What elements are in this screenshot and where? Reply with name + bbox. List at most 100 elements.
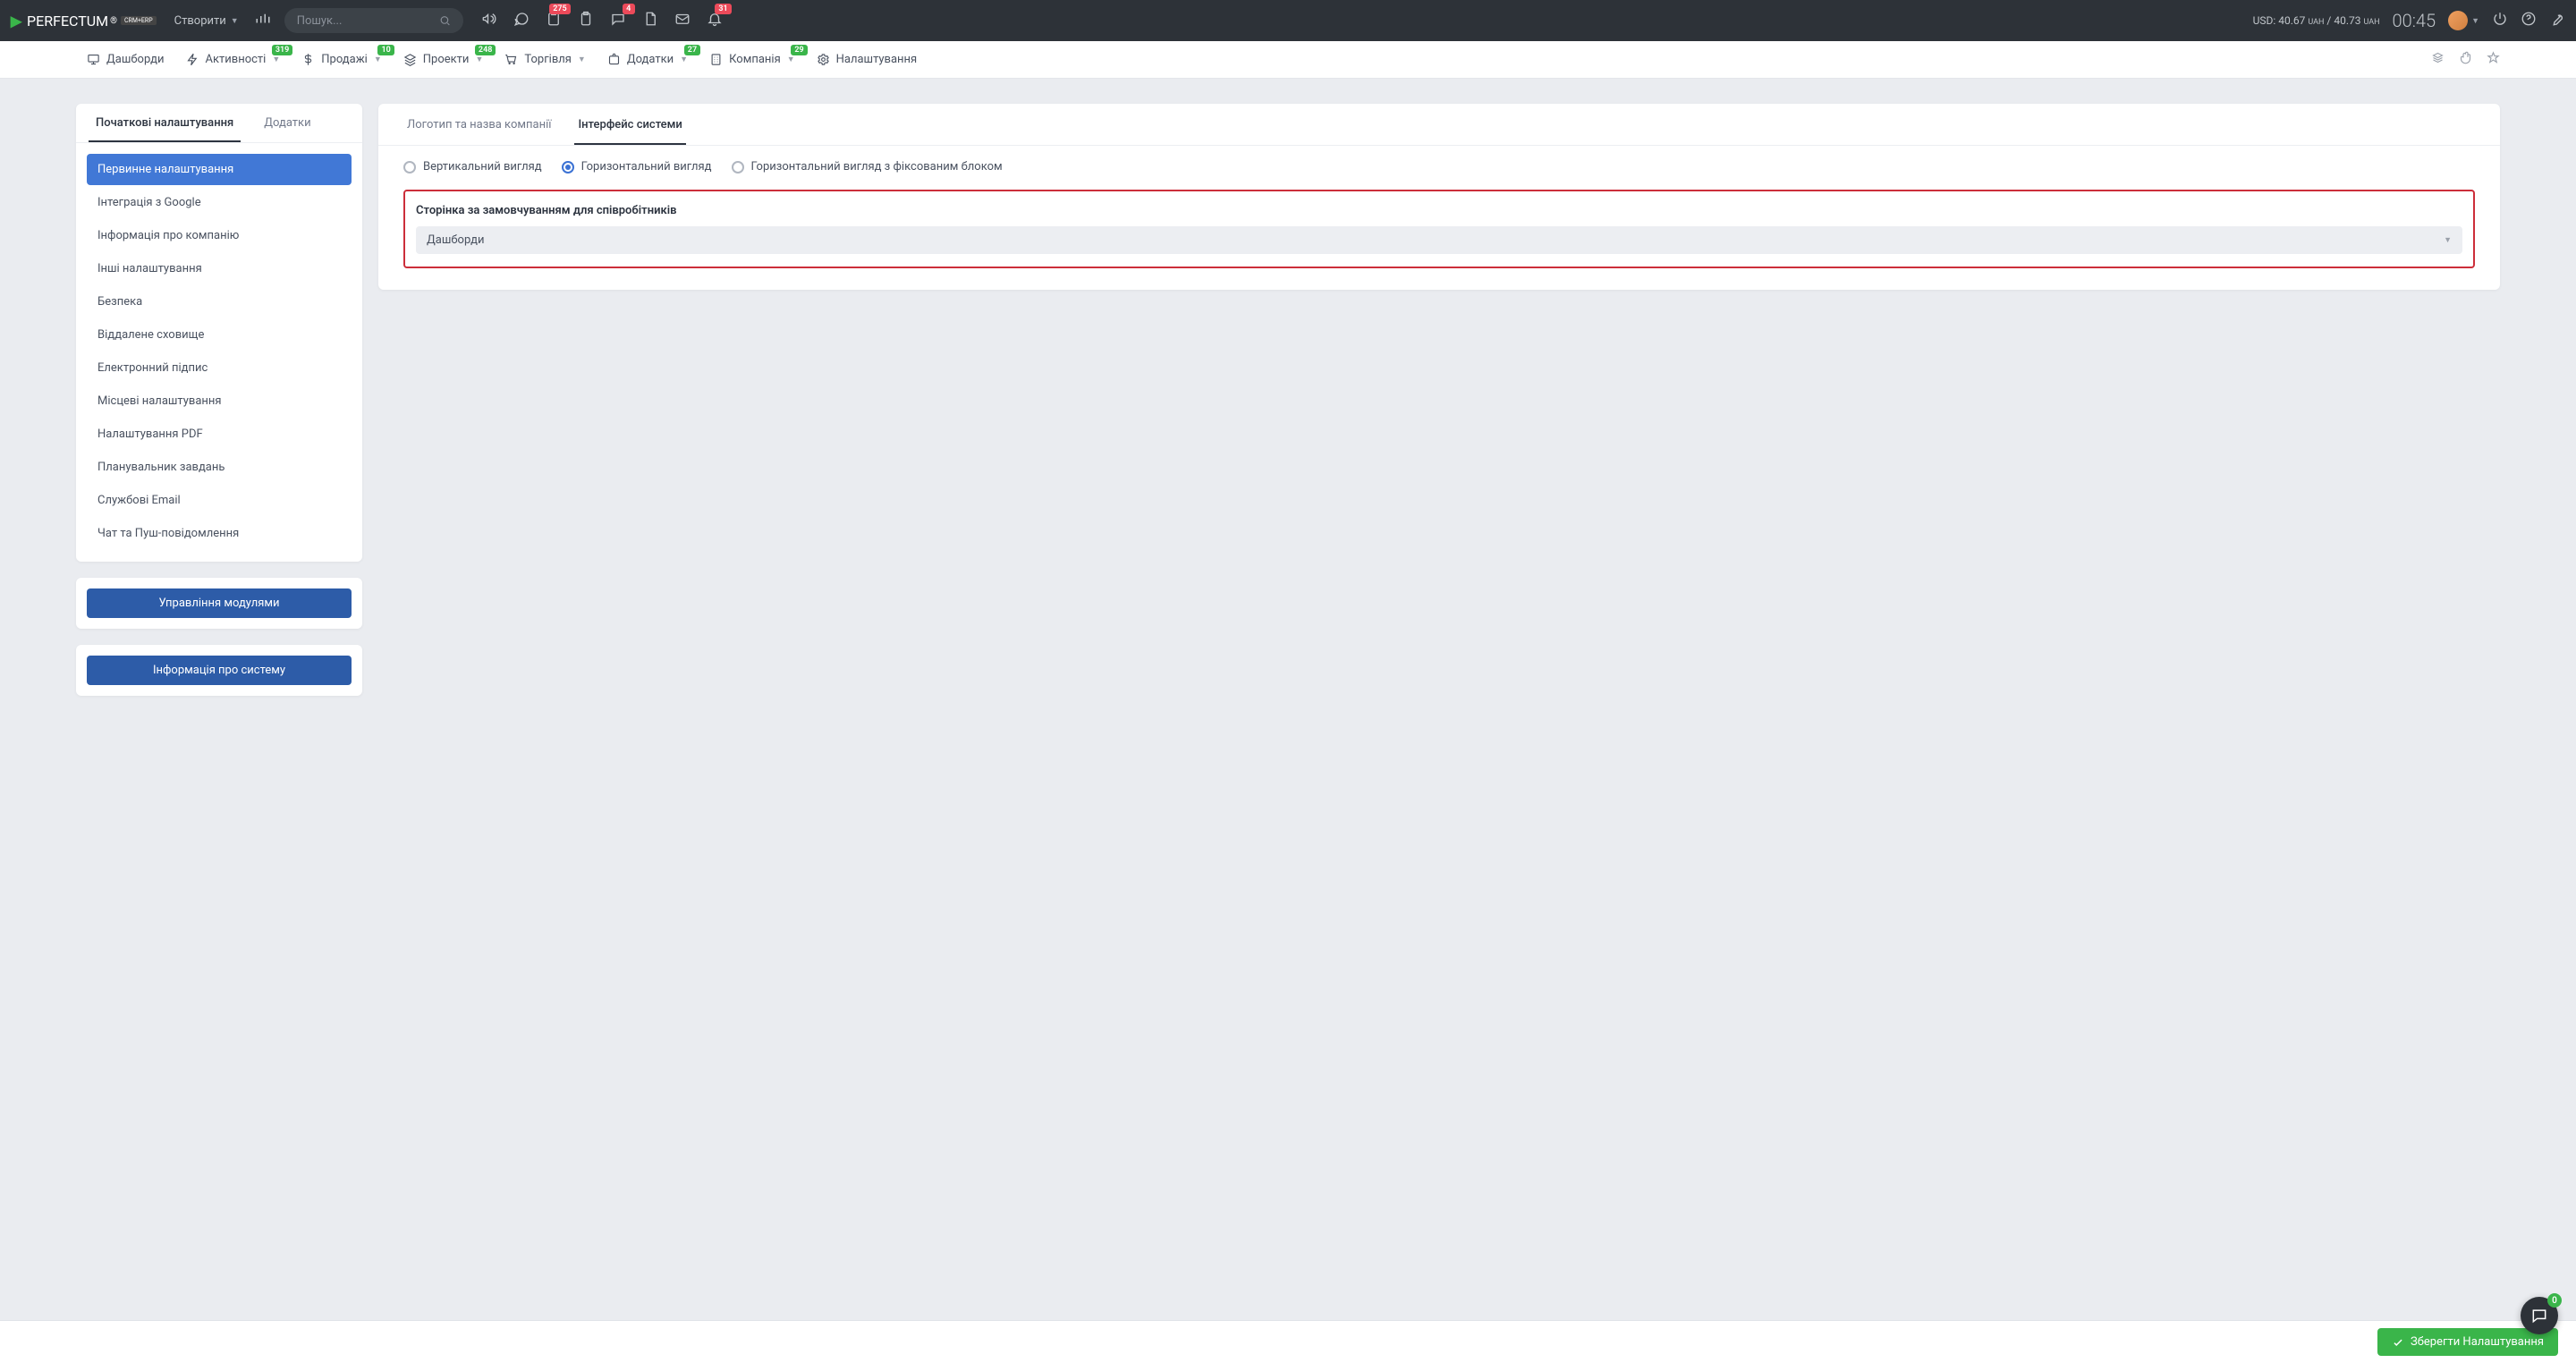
sidebar-item-email[interactable]: Службові Email (87, 485, 352, 516)
bell-icon[interactable]: 31 (707, 11, 723, 30)
sidebar-item-security[interactable]: Безпека (87, 286, 352, 317)
modules-card: Управління модулями (76, 578, 362, 629)
nav-projects[interactable]: Проекти 248 ▼ (393, 41, 495, 79)
sidebar-item-pdf[interactable]: Налаштування PDF (87, 419, 352, 450)
clipboard-icon[interactable] (578, 11, 594, 30)
select-value: Дашборди (427, 233, 485, 247)
messages-badge: 4 (623, 4, 635, 14)
hand-icon[interactable] (2459, 51, 2472, 68)
sidebar-item-other[interactable]: Інші налаштування (87, 253, 352, 284)
nav-bar: Дашборди Активності 319 ▼ Продажі 10 ▼ П… (0, 41, 2576, 79)
gear-icon (817, 53, 830, 66)
layout-radio-group: Вертикальний вигляд Горизонтальний вигля… (403, 160, 2475, 174)
nav-activities[interactable]: Активності 319 ▼ (175, 41, 292, 79)
messages-icon[interactable]: 4 (610, 11, 626, 30)
avatar-icon (2448, 11, 2468, 30)
modules-button[interactable]: Управління модулями (87, 588, 352, 618)
nav-sales[interactable]: Продажі 10 ▼ (291, 41, 393, 79)
chevron-down-icon: ▼ (680, 55, 688, 64)
chevron-down-icon: ▼ (578, 55, 586, 64)
search-input[interactable] (297, 14, 439, 28)
nav-label: Дашборди (106, 53, 165, 66)
registered-icon: ® (110, 16, 117, 26)
create-dropdown[interactable]: Створити ▼ (174, 14, 239, 28)
sidebar-item-storage[interactable]: Віддалене сховище (87, 319, 352, 351)
nav-label: Продажі (321, 53, 368, 66)
nav-trade[interactable]: Торгівля ▼ (494, 41, 596, 79)
logo[interactable]: ▸ PERFECTUM ® CRM+ERP (11, 8, 157, 33)
chat-bubble-icon (2530, 1307, 2548, 1325)
help-icon[interactable] (2521, 11, 2537, 30)
search-icon (439, 14, 451, 27)
highlighted-section: Сторінка за замовчуванням для співробітн… (403, 190, 2475, 268)
radio-label: Горизонтальний вигляд (581, 160, 712, 174)
power-icon[interactable] (2492, 11, 2508, 30)
header-icons-left: 275 4 31 (481, 11, 723, 30)
layers-icon (403, 53, 417, 66)
sysinfo-card: Інформація про систему (76, 645, 362, 696)
search-box[interactable] (284, 8, 463, 33)
radio-vertical[interactable]: Вертикальний вигляд (403, 160, 542, 174)
radio-icon (562, 161, 574, 174)
default-page-label: Сторінка за замовчуванням для співробітн… (416, 204, 2462, 217)
megaphone-icon[interactable] (481, 11, 497, 30)
sidebar-column: Початкові налаштування Додатки Первинне … (76, 104, 362, 696)
tasks-icon[interactable]: 275 (546, 11, 562, 30)
layers-icon[interactable] (2431, 51, 2445, 68)
logo-text: PERFECTUM (27, 13, 108, 30)
default-page-select[interactable]: Дашборди ▼ (416, 226, 2462, 254)
bolt-icon (186, 53, 199, 66)
wrench-icon[interactable] (2549, 11, 2565, 30)
monitor-icon (87, 53, 100, 66)
sidebar-menu: Первинне налаштування Інтеграція з Googl… (76, 143, 362, 562)
fab-badge: 0 (2547, 1293, 2562, 1308)
sidebar-item-local[interactable]: Місцеві налаштування (87, 385, 352, 417)
nav-addons[interactable]: Додатки 27 ▼ (597, 41, 699, 79)
radio-icon (403, 161, 416, 174)
content-panel: Логотип та назва компанії Інтерфейс сист… (378, 104, 2500, 290)
sidebar-item-companyinfo[interactable]: Інформація про компанію (87, 220, 352, 251)
dollar-icon (301, 53, 315, 66)
sidebar-item-primary[interactable]: Первинне налаштування (87, 154, 352, 185)
sidebar-tabs: Початкові налаштування Додатки (76, 104, 362, 143)
save-label: Зберегти Налаштування (2411, 1335, 2544, 1349)
mail-icon[interactable] (674, 11, 691, 30)
nav-company[interactable]: Компанія 29 ▼ (699, 41, 806, 79)
sidebar-item-signature[interactable]: Електронний підпис (87, 352, 352, 384)
currency-rate: USD: 40.67 UAH / 40.73 UAH (2253, 14, 2380, 27)
star-icon[interactable] (2487, 51, 2500, 68)
content-body: Вертикальний вигляд Горизонтальний вигля… (378, 146, 2500, 290)
logo-mark-icon: ▸ (11, 8, 21, 33)
sidebar-item-google[interactable]: Інтеграція з Google (87, 187, 352, 218)
nav-badge: 248 (475, 45, 496, 55)
nav-label: Торгівля (524, 53, 572, 66)
document-icon[interactable] (642, 11, 658, 30)
radio-horizontal[interactable]: Горизонтальний вигляд (562, 160, 712, 174)
nav-right-icons (2431, 51, 2500, 68)
building-icon (709, 53, 723, 66)
sidebar-tab-addons[interactable]: Додатки (257, 104, 318, 142)
radio-label: Горизонтальний вигляд з фіксованим блоко… (751, 160, 1003, 174)
save-bar: Зберегти Налаштування (0, 1320, 2576, 1363)
nav-label: Проекти (423, 53, 470, 66)
content-tabs: Логотип та назва компанії Інтерфейс сист… (378, 104, 2500, 146)
sysinfo-button[interactable]: Інформація про систему (87, 656, 352, 685)
sidebar-item-scheduler[interactable]: Планувальник завдань (87, 452, 352, 483)
nav-dashboards[interactable]: Дашборди (76, 41, 175, 79)
chat-icon[interactable] (513, 11, 530, 30)
radio-horizontal-fixed[interactable]: Горизонтальний вигляд з фіксованим блоко… (732, 160, 1003, 174)
create-label: Створити (174, 14, 226, 28)
chat-fab[interactable]: 0 (2521, 1297, 2558, 1334)
sidebar-tab-initial[interactable]: Початкові налаштування (89, 104, 241, 142)
user-menu[interactable]: ▼ (2448, 11, 2479, 30)
radio-icon (732, 161, 744, 174)
stats-icon[interactable] (255, 11, 271, 30)
nav-label: Налаштування (836, 53, 918, 66)
sidebar-item-chat[interactable]: Чат та Пуш-повідомлення (87, 518, 352, 549)
content-tab-interface[interactable]: Інтерфейс системи (574, 104, 685, 145)
chevron-down-icon: ▼ (2444, 235, 2452, 245)
nav-settings[interactable]: Налаштування (806, 41, 928, 79)
header-right: USD: 40.67 UAH / 40.73 UAH 00:45 ▼ (2253, 10, 2565, 31)
content-tab-logo[interactable]: Логотип та назва компанії (403, 104, 555, 145)
cart-icon (504, 53, 518, 66)
